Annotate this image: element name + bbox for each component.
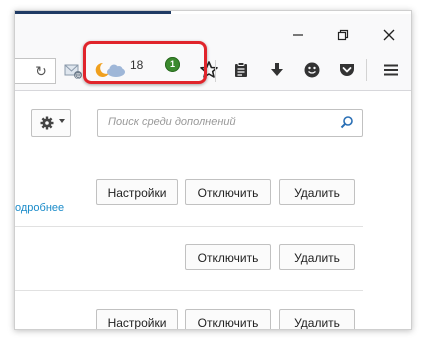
addon-settings-button[interactable]: Настройки: [96, 179, 178, 205]
svg-text:@: @: [75, 73, 81, 80]
chevron-down-icon: [59, 119, 65, 123]
addon-remove-button[interactable]: Удалить: [279, 179, 355, 205]
addon-remove-button[interactable]: Удалить: [279, 309, 355, 329]
addons-search-field[interactable]: Поиск среди дополнений: [97, 109, 363, 137]
toolbar-separator: [366, 59, 367, 81]
minimize-icon[interactable]: [291, 28, 305, 42]
addon-remove-button[interactable]: Удалить: [279, 244, 355, 270]
restore-icon[interactable]: [336, 28, 350, 42]
title-bar: [15, 14, 411, 50]
addon-disable-button[interactable]: Отключить: [185, 179, 271, 205]
highlight-frame: [83, 41, 207, 84]
tools-menu-button[interactable]: [31, 109, 71, 137]
browser-window: ↻ @ Поиск среди дополнений Настройки Отк…: [14, 10, 412, 330]
addon-disable-button[interactable]: Отключить: [185, 309, 271, 329]
gear-icon: [40, 116, 54, 130]
addon-divider: [15, 290, 363, 291]
pocket-icon[interactable]: [337, 60, 357, 80]
toolbar-separator: [215, 60, 216, 82]
addon-disable-button[interactable]: Отключить: [185, 244, 271, 270]
menu-icon[interactable]: [381, 60, 401, 80]
download-icon[interactable]: [267, 60, 287, 80]
addon-settings-button[interactable]: Настройки: [96, 309, 178, 329]
search-icon[interactable]: [340, 115, 354, 129]
mail-icon[interactable]: @: [63, 61, 83, 81]
reload-icon[interactable]: ↻: [33, 63, 49, 79]
smiley-icon[interactable]: [302, 60, 322, 80]
url-bar[interactable]: ↻: [15, 58, 56, 84]
close-icon[interactable]: [382, 28, 396, 42]
addon-more-link[interactable]: одробнее: [15, 202, 64, 214]
addon-divider: [15, 226, 363, 227]
navigation-toolbar: ↻ @: [15, 50, 411, 91]
search-input[interactable]: Поиск среди дополнений: [108, 116, 236, 128]
reading-list-icon[interactable]: [231, 60, 251, 80]
